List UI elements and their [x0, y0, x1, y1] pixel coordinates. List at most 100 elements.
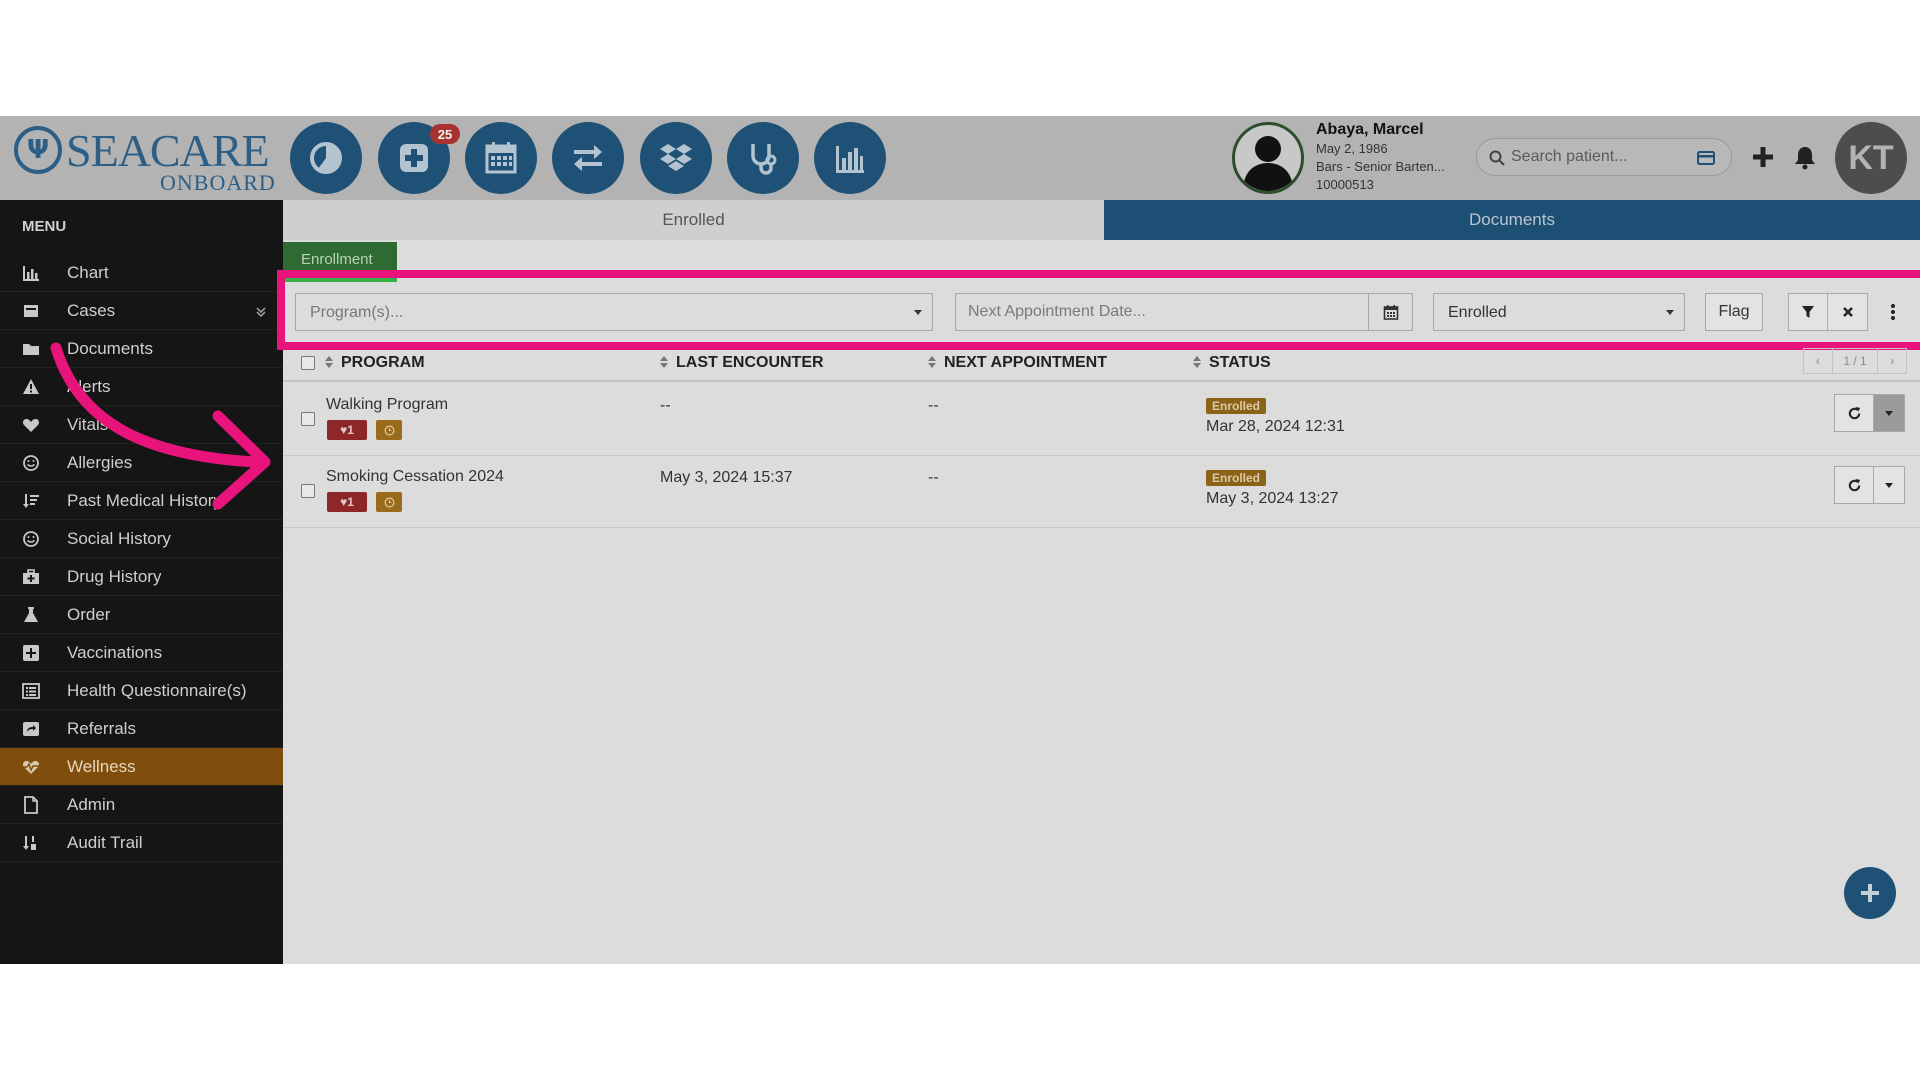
sidebar-item-health-questionnaires[interactable]: Health Questionnaire(s) [0, 672, 283, 710]
sidebar-item-social-history[interactable]: Social History [0, 520, 283, 558]
dropbox-icon [660, 144, 692, 171]
clock-badge [376, 420, 402, 440]
file-icon [24, 796, 38, 814]
column-label: LAST ENCOUNTER [676, 354, 824, 371]
smile-icon [23, 455, 39, 471]
warning-icon [23, 379, 39, 394]
column-label: STATUS [1209, 354, 1271, 371]
last-encounter: -- [660, 397, 671, 414]
sidebar-item-chart[interactable]: Chart [0, 254, 283, 292]
top-bar: Ψ SEACARE ONBOARD 25 Abaya, Marcel May 2… [0, 116, 1920, 200]
tab-enrolled[interactable]: Enrolled [283, 200, 1104, 240]
sort-icon [660, 356, 668, 368]
tab-documents[interactable]: Documents [1104, 200, 1920, 240]
id-card-icon[interactable] [1697, 151, 1715, 165]
sidebar-item-label: Documents [67, 339, 153, 358]
transfer-button[interactable] [552, 122, 624, 194]
add-program-fab[interactable] [1844, 867, 1896, 919]
sort-icon [928, 356, 936, 368]
patient-avatar[interactable] [1232, 122, 1304, 194]
status-badge: Enrolled [1206, 470, 1267, 486]
row-checkbox[interactable] [301, 484, 315, 498]
column-label: PROGRAM [341, 354, 425, 371]
sort-amount-icon [23, 494, 39, 508]
sidebar-item-alerts[interactable]: Alerts [0, 368, 283, 406]
next-appointment: -- [928, 469, 939, 486]
bar-chart-icon [23, 266, 39, 281]
sidebar-item-order[interactable]: Order [0, 596, 283, 634]
sidebar-item-label: Drug History [67, 567, 162, 586]
refresh-icon [1848, 406, 1860, 419]
flask-icon [24, 607, 38, 622]
column-last-encounter[interactable]: LAST ENCOUNTER [660, 354, 824, 372]
sidebar-item-vaccinations[interactable]: Vaccinations [0, 634, 283, 672]
search-input[interactable] [1511, 141, 1691, 173]
menu-list: Chart Cases Documents Alerts Vitals Alle… [0, 254, 283, 862]
calendar-button[interactable] [465, 122, 537, 194]
next-page-button[interactable]: › [1878, 354, 1906, 368]
sidebar-item-label: Wellness [67, 757, 136, 776]
medkit-icon [23, 569, 39, 584]
sidebar-item-vitals[interactable]: Vitals [0, 406, 283, 444]
menu-title: MENU [22, 218, 67, 235]
sidebar-item-cases[interactable]: Cases [0, 292, 283, 330]
row-actions-dropdown[interactable] [1873, 394, 1905, 432]
program-name: Walking Program [326, 396, 449, 413]
table-row[interactable]: Walking Program ♥1 -- -- Enrolled Mar 28… [283, 384, 1920, 456]
inbox-icon [24, 305, 38, 317]
sidebar-item-label: Admin [67, 795, 116, 814]
refresh-button[interactable] [1834, 394, 1874, 432]
smile-icon [23, 531, 39, 547]
sidebar-item-label: Allergies [67, 453, 133, 472]
refresh-icon [1848, 478, 1860, 491]
notifications-button[interactable] [1790, 140, 1820, 174]
column-status[interactable]: STATUS [1193, 354, 1271, 372]
row-checkbox[interactable] [301, 412, 315, 426]
user-silhouette-icon [1243, 136, 1293, 191]
page-indicator: 1 / 1 [1831, 349, 1879, 373]
stethoscope-icon [751, 144, 777, 175]
sort-icon [1193, 356, 1201, 368]
add-button[interactable] [1748, 140, 1778, 174]
clock-icon [384, 425, 394, 435]
brand-logo[interactable]: Ψ SEACARE ONBOARD [14, 122, 276, 194]
filter-highlight-box [277, 270, 1920, 350]
patient-info[interactable]: Abaya, Marcel May 2, 1986 Bars - Senior … [1316, 120, 1466, 194]
reports-button[interactable] [814, 122, 886, 194]
sidebar-item-allergies[interactable]: Allergies [0, 444, 283, 482]
sidebar-item-label: Vitals [67, 415, 109, 434]
chevron-double-down-icon[interactable] [255, 306, 267, 318]
sidebar-item-audit-trail[interactable]: Audit Trail [0, 824, 283, 862]
table-row[interactable]: Smoking Cessation 2024 ♥1 May 3, 2024 15… [283, 456, 1920, 528]
sidebar-item-admin[interactable]: Admin [0, 786, 283, 824]
last-encounter: May 3, 2024 15:37 [660, 469, 793, 486]
brand-sub: ONBOARD [160, 170, 276, 195]
column-label: NEXT APPOINTMENT [944, 354, 1107, 371]
refresh-button[interactable] [1834, 466, 1874, 504]
select-all-checkbox[interactable] [301, 356, 315, 370]
user-avatar[interactable]: KT [1835, 122, 1907, 194]
caret-down-icon [1885, 410, 1893, 416]
sidebar-item-past-medical-history[interactable]: Past Medical History [0, 482, 283, 520]
column-next-appointment[interactable]: NEXT APPOINTMENT [928, 354, 1107, 372]
tab-bar: Enrolled Documents [283, 200, 1920, 240]
sidebar-item-label: Past Medical History [67, 491, 222, 510]
column-program[interactable]: PROGRAM [325, 354, 425, 372]
trident-logo-icon: Ψ [14, 126, 62, 174]
app-window: Ψ SEACARE ONBOARD 25 Abaya, Marcel May 2… [0, 116, 1920, 964]
sidebar-item-referrals[interactable]: Referrals [0, 710, 283, 748]
sidebar-item-wellness[interactable]: Wellness [0, 748, 283, 786]
plus-icon [1753, 147, 1773, 167]
prev-page-button[interactable]: ‹ [1804, 354, 1832, 368]
program-name: Smoking Cessation 2024 [326, 468, 504, 485]
dropbox-button[interactable] [640, 122, 712, 194]
next-appointment: -- [928, 397, 939, 414]
sidebar-item-documents[interactable]: Documents [0, 330, 283, 368]
notification-count-badge: 25 [430, 124, 460, 144]
list-alt-icon [22, 683, 40, 699]
row-actions-dropdown[interactable] [1873, 466, 1905, 504]
patient-search [1476, 138, 1732, 176]
clinical-button[interactable] [727, 122, 799, 194]
dashboard-button[interactable] [290, 122, 362, 194]
sidebar-item-drug-history[interactable]: Drug History [0, 558, 283, 596]
